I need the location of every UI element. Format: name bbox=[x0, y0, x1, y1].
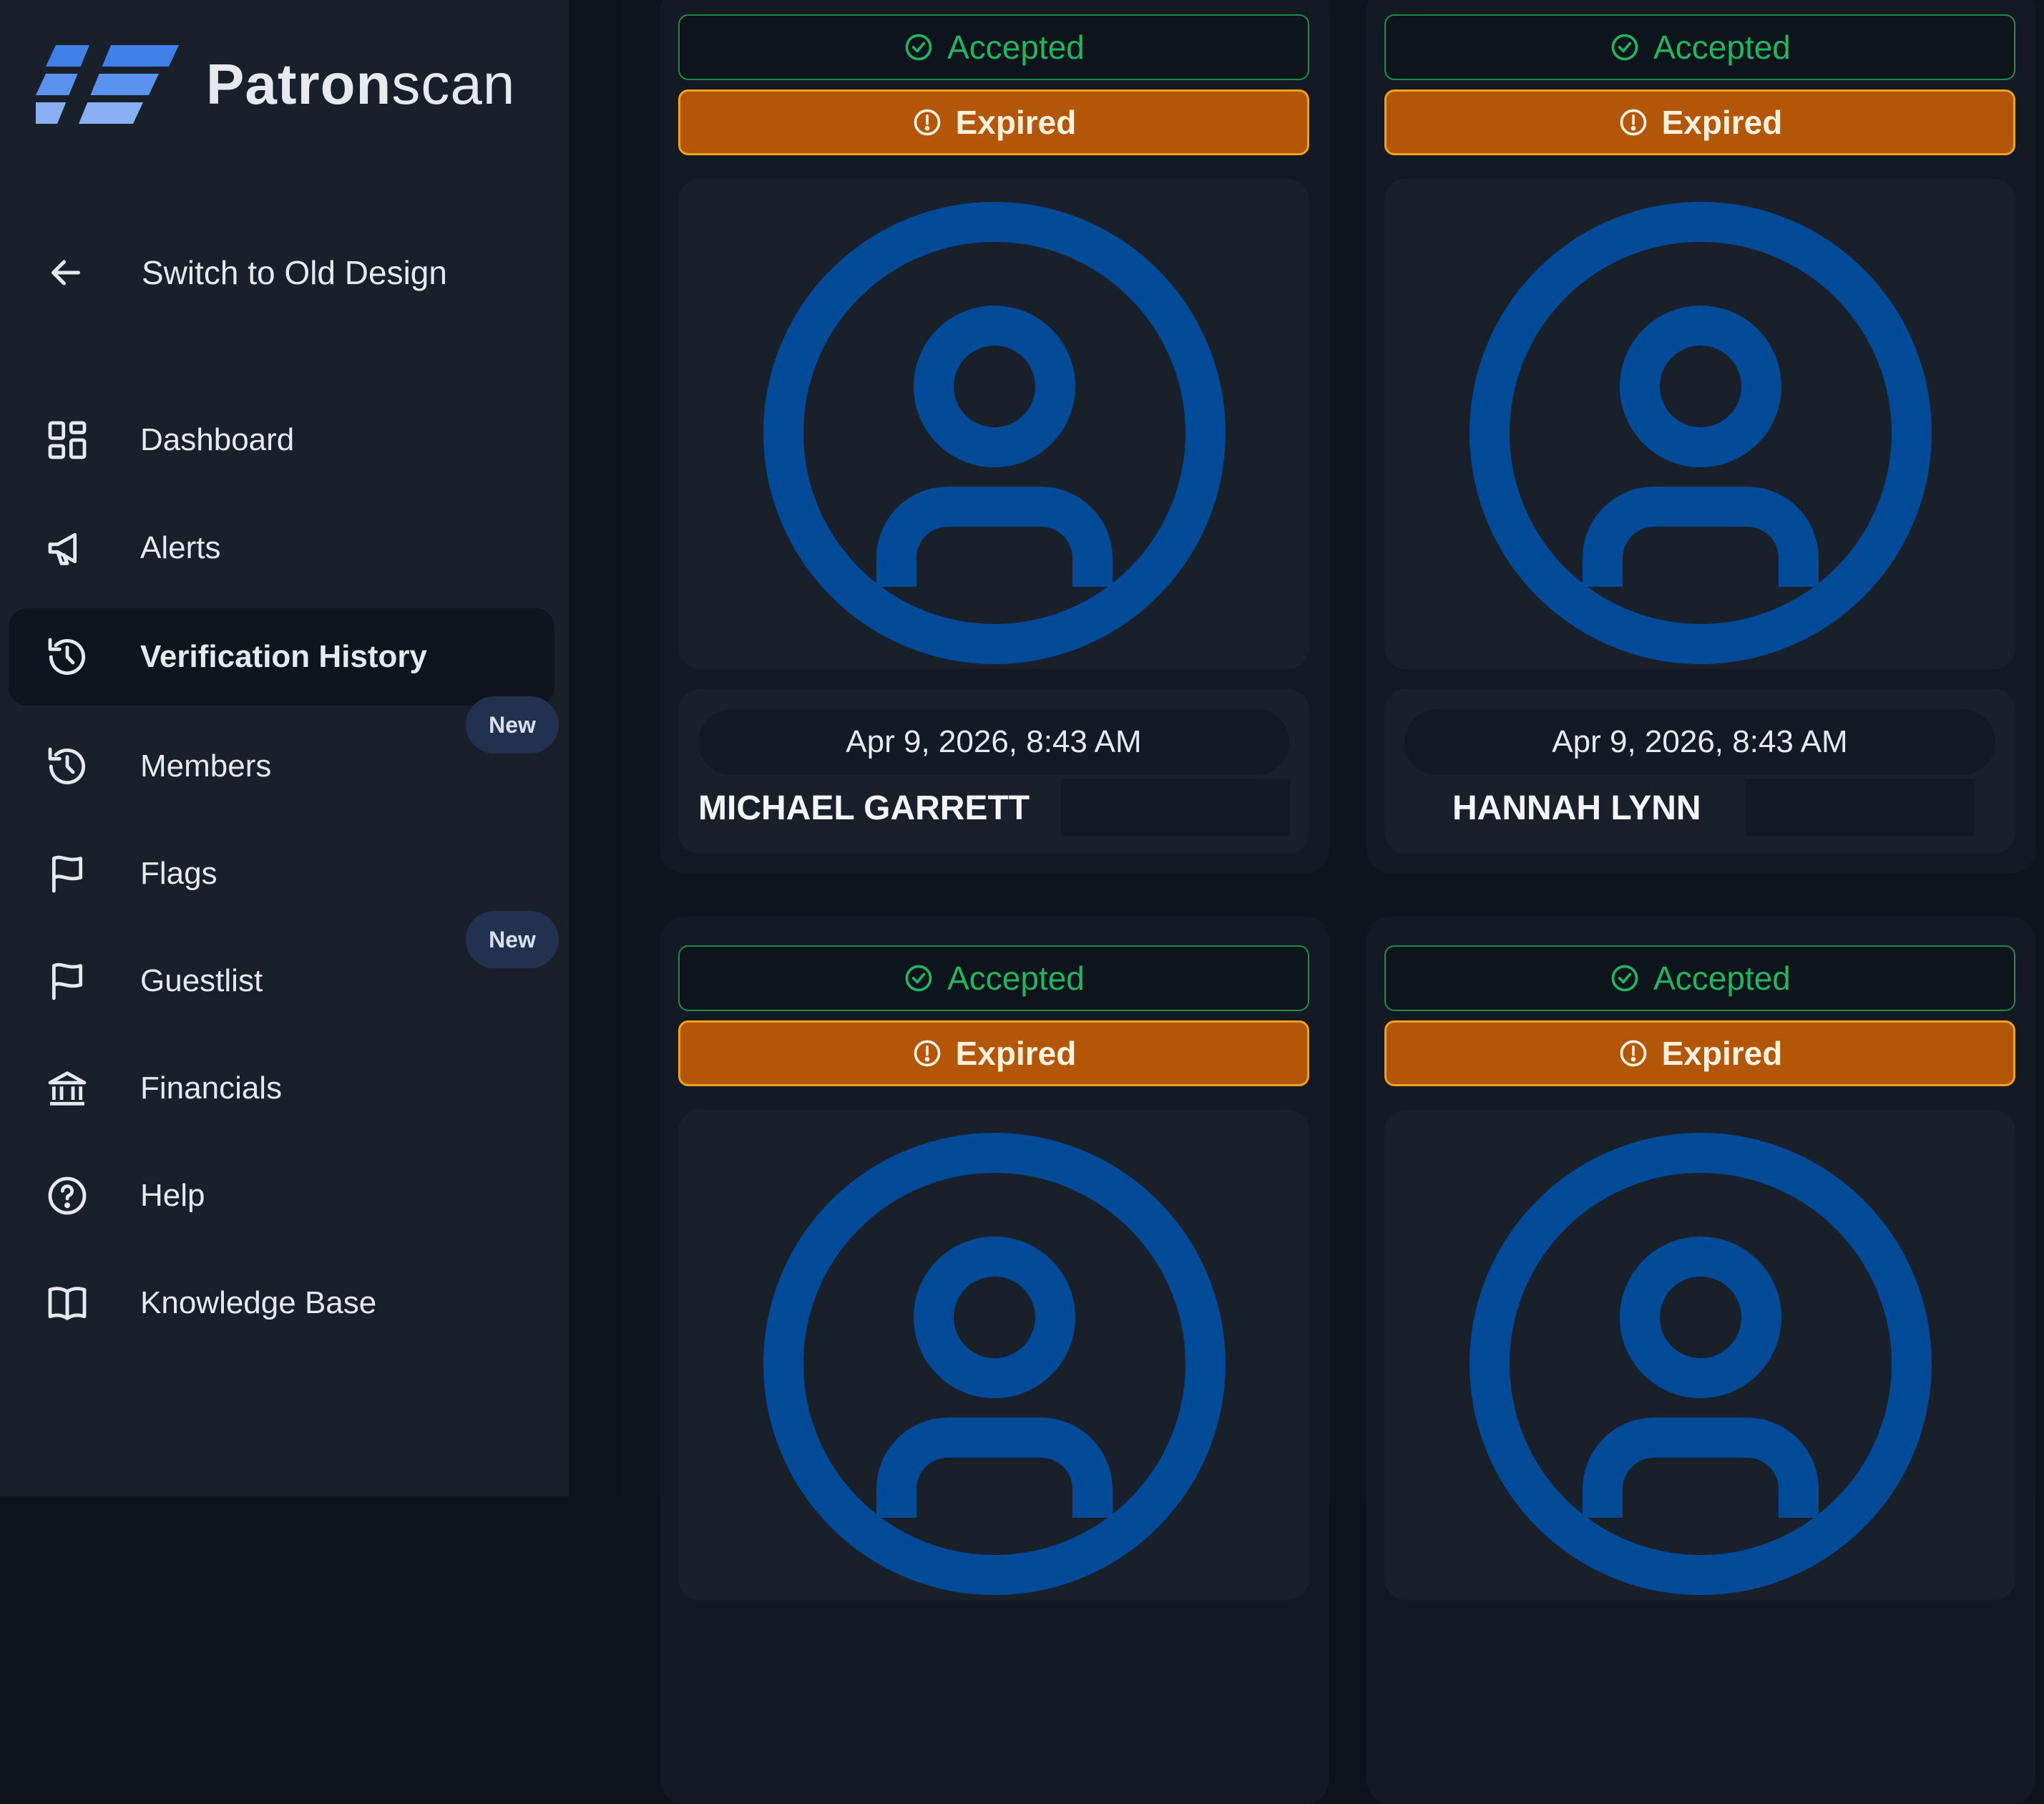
switch-label: Switch to Old Design bbox=[142, 254, 447, 291]
expired-warning: Expired bbox=[1384, 89, 2015, 155]
bank-icon bbox=[48, 1071, 87, 1106]
verification-grid: Accepted Expired Apr 9, 2026, 8:43 AM MI… bbox=[622, 0, 2044, 1804]
alert-circle-icon bbox=[914, 109, 940, 136]
dashboard-grid-icon bbox=[48, 421, 87, 459]
sidebar-item-label: Verification History bbox=[140, 639, 428, 674]
alert-circle-icon bbox=[1620, 109, 1646, 136]
sidebar-item-label: Members bbox=[140, 749, 272, 784]
photo-placeholder bbox=[678, 1110, 1309, 1600]
main-area: Accepted Expired Apr 9, 2026, 8:43 AM MI… bbox=[569, 0, 2044, 1804]
megaphone-icon bbox=[48, 532, 77, 565]
patronscan-logo[interactable]: Patronscan bbox=[36, 42, 515, 127]
sidebar-item-label: Knowledge Base bbox=[140, 1285, 377, 1320]
expired-warning: Expired bbox=[678, 89, 1309, 155]
help-circle-icon bbox=[48, 1176, 87, 1215]
sidebar-item-label: Flags bbox=[140, 856, 217, 891]
photo-placeholder bbox=[1384, 179, 2015, 669]
history-icon bbox=[48, 638, 86, 676]
sidebar-item-guestlist[interactable]: Guestlist New bbox=[9, 911, 559, 1030]
alert-circle-icon bbox=[914, 1040, 940, 1067]
check-circle-icon bbox=[905, 34, 932, 61]
flag-icon bbox=[52, 855, 83, 893]
sidebar-item-dashboard[interactable]: Dashboard bbox=[9, 391, 554, 489]
accepted-status: Accepted bbox=[678, 945, 1309, 1011]
new-badge: New bbox=[466, 696, 559, 754]
history-icon bbox=[48, 747, 86, 785]
user-avatar-icon bbox=[763, 1133, 1226, 1595]
expired-warning: Expired bbox=[1384, 1020, 2015, 1086]
sidebar-item-alerts[interactable]: Alerts bbox=[9, 499, 554, 597]
card-info: Apr 9, 2026, 8:43 AM HANNAH LYNN bbox=[1384, 689, 2015, 854]
sidebar-item-verification-history[interactable]: Verification History bbox=[9, 608, 554, 706]
accepted-status: Accepted bbox=[678, 14, 1309, 80]
switch-to-old-design-link[interactable]: Switch to Old Design bbox=[44, 242, 447, 303]
new-badge: New bbox=[466, 911, 559, 968]
scan-datetime: Apr 9, 2026, 8:43 AM bbox=[1404, 709, 1995, 775]
user-avatar-icon bbox=[763, 202, 1226, 664]
verification-card[interactable]: Accepted Expired Apr 9, 2026, 8:43 AM MI… bbox=[660, 0, 1329, 873]
card-info: Apr 9, 2026, 8:43 AM MICHAEL GARRETT bbox=[678, 689, 1309, 854]
flag-icon bbox=[52, 962, 83, 1000]
sidebar-item-financials[interactable]: Financials bbox=[9, 1040, 554, 1137]
photo-placeholder bbox=[678, 179, 1309, 669]
sidebar-item-members[interactable]: Members New bbox=[9, 696, 559, 815]
sidebar-item-label: Financials bbox=[140, 1071, 283, 1106]
sidebar-item-label: Alerts bbox=[140, 530, 221, 565]
verification-card[interactable]: Accepted Expired Apr 9, 2026, 8:43 AM HA… bbox=[1366, 0, 2035, 873]
sidebar: Patronscan Switch to Old Design Dashboar… bbox=[0, 0, 569, 1496]
expired-warning: Expired bbox=[678, 1020, 1309, 1086]
user-avatar-icon bbox=[1470, 1133, 1932, 1595]
book-icon bbox=[48, 1287, 87, 1320]
photo-placeholder bbox=[1384, 1110, 2015, 1600]
sidebar-item-flags[interactable]: Flags bbox=[9, 825, 554, 922]
arrow-left-icon bbox=[52, 260, 80, 286]
verification-card[interactable]: Accepted Expired bbox=[1366, 917, 2035, 1804]
sidebar-item-label: Guestlist bbox=[140, 963, 263, 998]
user-avatar-icon bbox=[1470, 202, 1932, 664]
sidebar-item-knowledge-base[interactable]: Knowledge Base bbox=[9, 1254, 554, 1352]
sidebar-item-label: Dashboard bbox=[140, 422, 295, 457]
patronscan-logo-icon bbox=[36, 45, 179, 124]
check-circle-icon bbox=[1611, 34, 1638, 61]
accepted-status: Accepted bbox=[1384, 945, 2015, 1011]
sidebar-item-label: Help bbox=[140, 1178, 205, 1213]
alert-circle-icon bbox=[1620, 1040, 1646, 1067]
brand-name: Patronscan bbox=[206, 52, 516, 116]
accepted-status: Accepted bbox=[1384, 14, 2015, 80]
verification-card[interactable]: Accepted Expired bbox=[660, 917, 1329, 1804]
redacted-field bbox=[1061, 779, 1290, 836]
sidebar-item-help[interactable]: Help bbox=[9, 1147, 554, 1244]
patron-name: MICHAEL GARRETT bbox=[698, 789, 1030, 827]
check-circle-icon bbox=[1611, 965, 1638, 992]
scan-datetime: Apr 9, 2026, 8:43 AM bbox=[698, 709, 1289, 775]
redacted-field bbox=[1746, 779, 1975, 836]
patron-name: HANNAH LYNN bbox=[1452, 789, 1701, 827]
check-circle-icon bbox=[905, 965, 932, 992]
